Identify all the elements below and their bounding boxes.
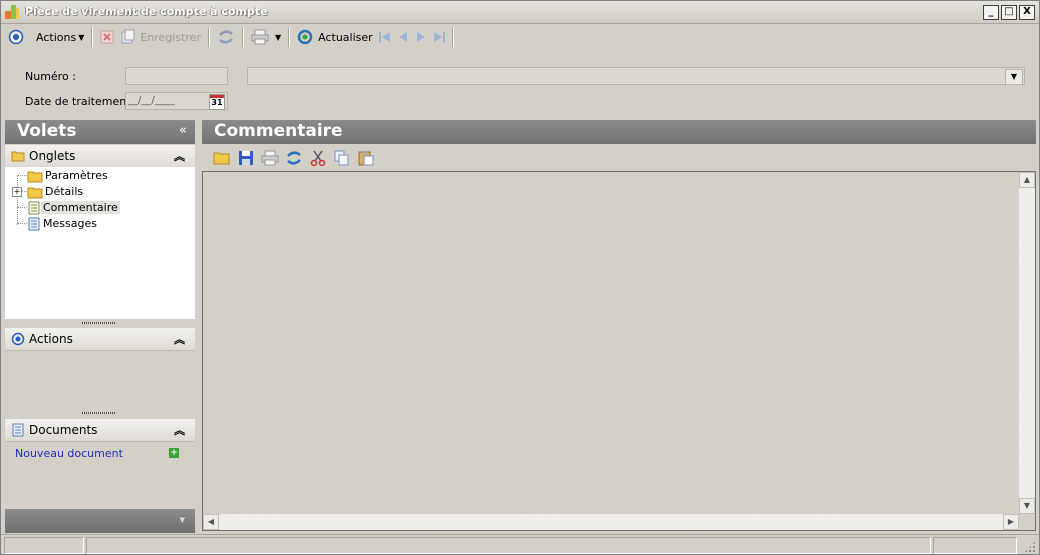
date-input[interactable]: __/__/____ 31 bbox=[125, 92, 228, 110]
status-pane bbox=[86, 537, 931, 554]
collapse-chevron-icon[interactable]: ︽ bbox=[174, 331, 185, 347]
dropdown-arrow-icon: ▼ bbox=[78, 32, 85, 42]
main-toolbar: Actions ▼ Enregistrer ▼ Actualiser bbox=[1, 24, 1039, 50]
documents-title: Documents bbox=[29, 423, 98, 437]
volets-title: Volets bbox=[17, 121, 77, 141]
actions-icon bbox=[11, 332, 25, 346]
save-label: Enregistrer bbox=[140, 30, 201, 44]
volets-panel-header: Volets « bbox=[5, 120, 195, 144]
tree-item-messages[interactable]: Messages bbox=[17, 216, 99, 231]
documents-section-header[interactable]: Documents ︽ bbox=[5, 419, 195, 442]
folder-icon bbox=[27, 171, 43, 182]
actions-section-header[interactable]: Actions ︽ bbox=[5, 328, 195, 351]
save-button[interactable]: Enregistrer bbox=[117, 26, 204, 48]
folder-icon bbox=[27, 187, 43, 198]
actions-icon bbox=[8, 29, 24, 45]
dropdown-arrow-icon[interactable]: ▼ bbox=[180, 516, 185, 524]
tree-item-parametres[interactable]: Paramètres bbox=[17, 168, 110, 183]
tree-item-commentaire[interactable]: Commentaire bbox=[17, 200, 120, 215]
minimize-button[interactable]: _ bbox=[983, 5, 999, 20]
refresh-label: Actualiser bbox=[318, 30, 373, 44]
cut-icon[interactable] bbox=[306, 148, 330, 168]
onglets-tree: Paramètres + Détails Commentaire Message… bbox=[5, 167, 195, 319]
close-button[interactable]: X bbox=[1019, 5, 1035, 20]
sync-icon bbox=[219, 30, 233, 44]
comment-editor[interactable]: ▲ ▼ ◀ ▶ bbox=[202, 171, 1036, 531]
actions-menu-button[interactable]: Actions ▼ bbox=[1, 26, 87, 48]
title-bar: Pièce de virement de compte à compte _ □… bbox=[1, 1, 1039, 24]
status-bar bbox=[1, 534, 1039, 554]
commentaire-title: Commentaire bbox=[214, 121, 343, 141]
status-pane bbox=[4, 537, 84, 554]
resize-grip-icon[interactable] bbox=[1024, 541, 1036, 553]
date-value: __/__/____ bbox=[128, 95, 175, 106]
app-icon bbox=[5, 5, 19, 19]
horizontal-scrollbar[interactable]: ◀ ▶ bbox=[203, 514, 1019, 530]
resize-grip[interactable] bbox=[82, 322, 116, 324]
next-icon bbox=[416, 32, 425, 42]
last-icon bbox=[433, 32, 445, 42]
collapse-chevron-icon[interactable]: ︽ bbox=[174, 148, 185, 164]
collapse-panel-icon[interactable]: « bbox=[179, 123, 187, 138]
actions-label: Actions bbox=[36, 30, 77, 44]
previous-icon bbox=[398, 32, 407, 42]
sync-button[interactable] bbox=[214, 26, 238, 48]
paste-icon[interactable] bbox=[354, 148, 378, 168]
tree-item-details[interactable]: + Détails bbox=[12, 184, 85, 199]
maximize-button[interactable]: □ bbox=[1001, 5, 1017, 20]
document-icon bbox=[28, 201, 40, 214]
status-pane bbox=[933, 537, 1017, 554]
refresh-button[interactable]: Actualiser bbox=[294, 26, 376, 48]
expand-icon[interactable]: + bbox=[12, 186, 22, 197]
print-menu-button[interactable]: ▼ bbox=[248, 26, 284, 48]
onglets-section-header[interactable]: Onglets ︽ bbox=[5, 145, 195, 168]
numero-label: Numéro : bbox=[25, 70, 76, 83]
first-icon bbox=[378, 32, 390, 42]
refresh-icon bbox=[297, 29, 313, 45]
resize-grip[interactable] bbox=[82, 412, 116, 414]
open-folder-icon[interactable] bbox=[210, 148, 234, 168]
main-window: Pièce de virement de compte à compte _ □… bbox=[0, 0, 1040, 555]
first-record-button[interactable] bbox=[376, 28, 394, 46]
numero-input[interactable] bbox=[125, 67, 228, 85]
new-document-link[interactable]: Nouveau document bbox=[15, 447, 123, 460]
date-label: Date de traitement : bbox=[25, 95, 138, 108]
account-combo[interactable]: ▼ bbox=[247, 67, 1025, 85]
document-icon bbox=[28, 217, 40, 230]
copy-icon[interactable] bbox=[330, 148, 354, 168]
combo-dropdown-button[interactable]: ▼ bbox=[1005, 69, 1023, 85]
print-icon bbox=[251, 29, 269, 45]
scroll-right-icon[interactable]: ▶ bbox=[1003, 514, 1019, 530]
next-record-button[interactable] bbox=[412, 28, 430, 46]
document-icon bbox=[12, 423, 24, 437]
last-record-button[interactable] bbox=[430, 28, 448, 46]
scroll-left-icon[interactable]: ◀ bbox=[203, 514, 219, 530]
vertical-scrollbar[interactable]: ▲ ▼ bbox=[1019, 172, 1035, 514]
save-icon[interactable] bbox=[234, 148, 258, 168]
print-icon[interactable] bbox=[258, 148, 282, 168]
add-document-icon[interactable]: + bbox=[169, 448, 179, 458]
collapse-chevron-icon[interactable]: ︽ bbox=[174, 422, 185, 438]
delete-icon bbox=[100, 30, 114, 44]
previous-record-button[interactable] bbox=[394, 28, 412, 46]
scroll-down-icon[interactable]: ▼ bbox=[1019, 498, 1035, 514]
delete-button[interactable] bbox=[97, 26, 117, 48]
calendar-icon[interactable]: 31 bbox=[209, 94, 225, 110]
scroll-up-icon[interactable]: ▲ bbox=[1019, 172, 1035, 188]
dropdown-arrow-icon: ▼ bbox=[274, 32, 282, 42]
editor-toolbar bbox=[202, 145, 1036, 170]
left-panel-footer: ▼ bbox=[5, 509, 195, 533]
commentaire-panel-header: Commentaire bbox=[202, 120, 1036, 144]
actions-section-title: Actions bbox=[29, 332, 73, 346]
save-doc-icon bbox=[121, 29, 135, 44]
onglets-title: Onglets bbox=[29, 149, 76, 163]
window-title: Pièce de virement de compte à compte bbox=[25, 5, 268, 18]
folder-icon bbox=[11, 151, 25, 162]
refresh-icon[interactable] bbox=[282, 148, 306, 168]
